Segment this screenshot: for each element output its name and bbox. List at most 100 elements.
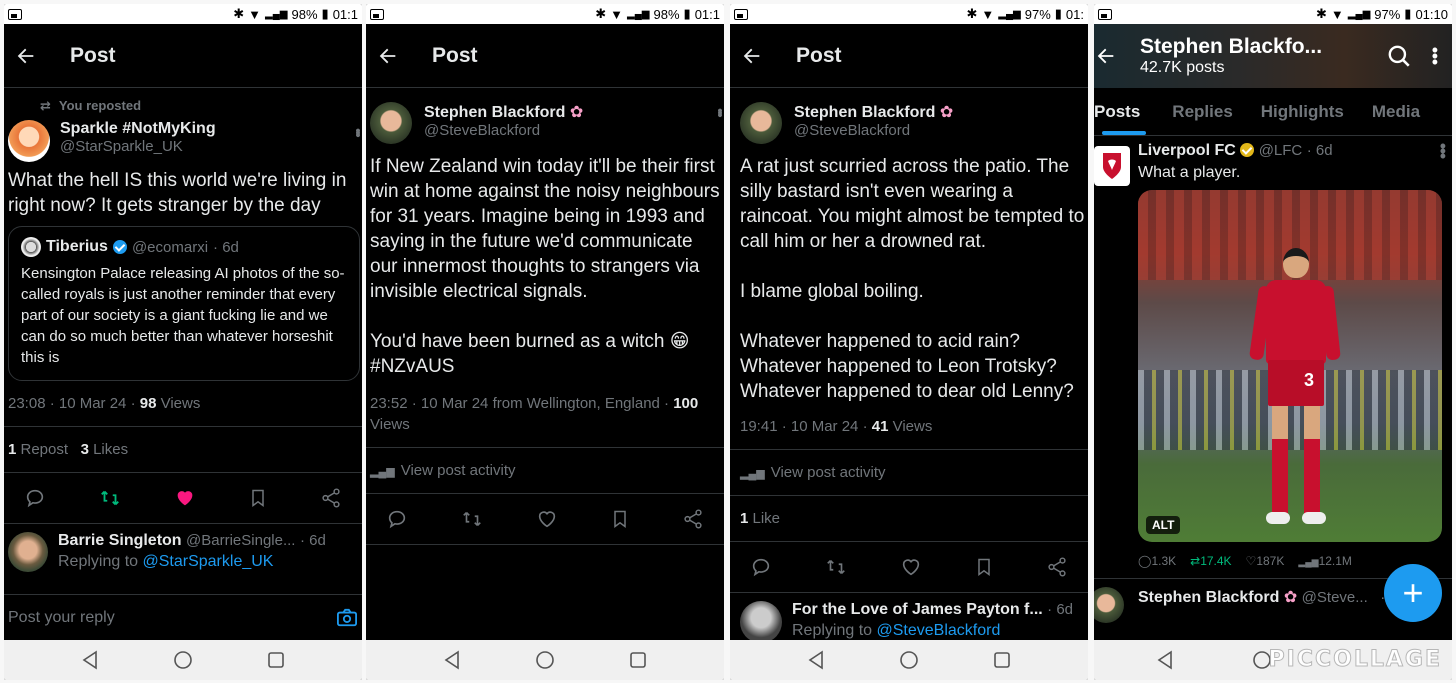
author-name[interactable]: Stephen Blackford bbox=[794, 104, 935, 121]
like-icon[interactable] bbox=[536, 508, 558, 530]
android-nav-bar bbox=[366, 640, 724, 680]
reply-item[interactable]: Barrie Singleton @BarrieSingle... · 6d R… bbox=[4, 524, 362, 572]
post-text: What the hell IS this world we're living… bbox=[8, 170, 347, 216]
post-author-name: Stephen Blackford bbox=[1138, 589, 1280, 606]
nav-home-icon[interactable] bbox=[535, 650, 555, 670]
camera-icon[interactable] bbox=[336, 608, 358, 628]
bar-chart-icon: ▂▄▆ bbox=[370, 466, 395, 478]
nav-back-icon[interactable] bbox=[443, 650, 461, 670]
reply-age: · 6d bbox=[1047, 601, 1074, 618]
top-bar: Post bbox=[366, 24, 724, 88]
search-icon[interactable] bbox=[1386, 43, 1412, 69]
replying-to-link[interactable]: @SteveBlackford bbox=[877, 622, 1001, 639]
post-text-2: You'd have been burned as a witch 😁 bbox=[370, 331, 690, 352]
back-button[interactable] bbox=[6, 36, 46, 76]
engagement-counts[interactable]: 1 Like bbox=[730, 496, 1088, 541]
avatar bbox=[1094, 587, 1124, 623]
back-button[interactable] bbox=[1094, 36, 1126, 76]
reply-count[interactable]: ◯1.3K bbox=[1138, 554, 1176, 568]
author-handle[interactable]: @SteveBlackford bbox=[794, 122, 953, 139]
reply-item[interactable]: For the Love of James Payton f... · 6d R… bbox=[730, 593, 1088, 640]
nav-recents-icon[interactable] bbox=[993, 651, 1011, 669]
author-handle[interactable]: @SteveBlackford bbox=[424, 122, 583, 139]
gallery-icon bbox=[8, 8, 22, 20]
post-text: If New Zealand win today it'll be their … bbox=[370, 156, 720, 302]
wifi-icon: ▼ bbox=[610, 6, 624, 22]
verified-gold-badge-icon bbox=[1240, 143, 1255, 157]
heart-icon: ♡ bbox=[1245, 554, 1257, 568]
reply-icon[interactable] bbox=[24, 487, 46, 509]
author-name[interactable]: Sparkle #NotMyKing bbox=[60, 120, 216, 138]
post-text-3: Whatever happened to acid rain? Whatever… bbox=[740, 331, 1074, 402]
bookmark-icon[interactable] bbox=[248, 487, 268, 509]
author-handle[interactable]: @StarSparkle_UK bbox=[60, 138, 216, 155]
nav-recents-icon[interactable] bbox=[267, 651, 285, 669]
more-options-icon[interactable]: ••• bbox=[711, 108, 724, 115]
reply-author-name: For the Love of James Payton f... bbox=[792, 601, 1043, 618]
like-count[interactable]: ♡187K bbox=[1246, 554, 1285, 568]
avatar[interactable] bbox=[370, 102, 412, 144]
signal-icon: ▂▄▆ bbox=[1347, 8, 1371, 20]
view-post-activity[interactable]: ▂▄▆ View post activity bbox=[366, 448, 724, 493]
post-photo[interactable]: 3 ALT bbox=[1138, 190, 1442, 542]
profile-name: Stephen Blackfo... bbox=[1140, 35, 1323, 58]
author-name[interactable]: Stephen Blackford bbox=[424, 104, 565, 121]
repost-icon[interactable] bbox=[98, 487, 122, 509]
repost-count[interactable]: ⇄17.4K bbox=[1190, 554, 1231, 568]
repost-icon[interactable] bbox=[824, 556, 848, 578]
flower-emoji-icon: ✿ bbox=[939, 104, 954, 121]
quoted-post[interactable]: Tiberius @ecomarxi · 6d Kensington Palac… bbox=[8, 226, 360, 381]
more-options-icon[interactable]: ••• bbox=[1440, 137, 1446, 165]
like-icon[interactable] bbox=[900, 556, 922, 578]
repost-icon[interactable] bbox=[460, 508, 484, 530]
back-button[interactable] bbox=[732, 36, 772, 76]
bookmark-icon[interactable] bbox=[974, 556, 994, 578]
post-text-2: I blame global boiling. bbox=[740, 281, 924, 302]
hashtag-link[interactable]: #NZvAUS bbox=[366, 354, 724, 379]
compose-post-button[interactable]: + bbox=[1384, 564, 1442, 622]
more-options-icon[interactable]: ••• bbox=[1432, 41, 1438, 71]
nav-home-icon[interactable] bbox=[173, 650, 193, 670]
tab-highlights[interactable]: Highlights bbox=[1247, 88, 1358, 135]
reply-icon[interactable] bbox=[750, 556, 772, 578]
post-meta: 23:52 · 10 Mar 24 from Wellington, Engla… bbox=[370, 395, 699, 433]
signal-icon: ▂▄▆ bbox=[265, 8, 288, 20]
more-options-icon[interactable]: ••• bbox=[349, 128, 362, 135]
bluetooth-icon: ✱ bbox=[233, 6, 245, 21]
nav-back-icon[interactable] bbox=[807, 650, 825, 670]
nav-recents-icon[interactable] bbox=[629, 651, 647, 669]
reply-input[interactable]: Post your reply bbox=[8, 609, 115, 627]
avatar[interactable] bbox=[8, 120, 50, 162]
arrow-left-icon bbox=[17, 48, 34, 63]
clock: 01:10 bbox=[1415, 6, 1448, 22]
avatar[interactable] bbox=[740, 102, 782, 144]
share-icon[interactable] bbox=[682, 508, 704, 530]
battery-percent: 98% bbox=[653, 6, 680, 22]
screen-panel-3: ✱ ▼ ▂▄▆ 97% ▮ 01: Post Stephen Blackford… bbox=[730, 4, 1088, 680]
views-count[interactable]: ▂▄▆12.1M bbox=[1298, 554, 1352, 568]
bluetooth-icon: ✱ bbox=[966, 6, 978, 21]
view-post-activity[interactable]: ▂▄▆ View post activity bbox=[730, 450, 1088, 495]
alt-badge[interactable]: ALT bbox=[1146, 516, 1181, 534]
signal-icon: ▂▄▆ bbox=[627, 8, 650, 20]
tab-replies[interactable]: Replies bbox=[1154, 88, 1246, 135]
nav-back-icon[interactable] bbox=[81, 650, 99, 670]
nav-home-icon[interactable] bbox=[899, 650, 919, 670]
back-button[interactable] bbox=[368, 36, 408, 76]
replying-to-link[interactable]: @StarSparkle_UK bbox=[143, 553, 274, 570]
status-bar: ✱ ▼ ▂▄▆ 98% ▮ 01:1 bbox=[366, 4, 724, 24]
reply-icon[interactable] bbox=[386, 508, 408, 530]
engagement-counts[interactable]: 1 Repost 3 Likes bbox=[4, 427, 362, 472]
screen-panel-4: ✱ ▼ ▂▄▆ 97% ▮ 01:10 Stephen Blackfo... 4… bbox=[1094, 4, 1452, 680]
android-nav-bar bbox=[730, 640, 1088, 680]
share-icon[interactable] bbox=[1046, 556, 1068, 578]
share-icon[interactable] bbox=[320, 487, 342, 509]
like-icon[interactable] bbox=[174, 487, 196, 509]
timeline-post[interactable]: Liverpool FC @LFC · 6d What a player. 3 … bbox=[1094, 136, 1452, 568]
nav-back-icon[interactable] bbox=[1156, 650, 1174, 670]
tab-posts[interactable]: Posts bbox=[1094, 88, 1154, 135]
bookmark-icon[interactable] bbox=[610, 508, 630, 530]
reply-age: · 6d bbox=[299, 532, 326, 549]
tab-media[interactable]: Media bbox=[1358, 88, 1434, 135]
post-text: A rat just scurried across the patio. Th… bbox=[740, 156, 1085, 252]
